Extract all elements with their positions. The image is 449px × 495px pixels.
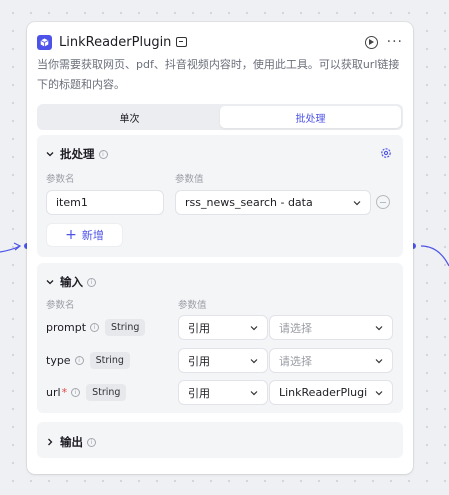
mode-value: 引用	[188, 321, 210, 335]
value-placeholder: 请选择	[279, 354, 312, 368]
output-section-header[interactable]: 输出 i	[46, 434, 96, 450]
add-batch-row-button[interactable]: + 新增	[46, 223, 123, 247]
node-title: LinkReaderPlugin	[59, 34, 172, 50]
param-name: url	[46, 386, 61, 399]
prompt-mode-select[interactable]: 引用	[178, 315, 268, 340]
url-value-select[interactable]: LinkReaderPlugi	[269, 380, 393, 405]
gear-icon[interactable]	[380, 147, 392, 159]
tab-batch[interactable]: 批处理	[220, 106, 401, 128]
book-icon[interactable]	[176, 37, 188, 47]
chevron-down-icon	[353, 200, 361, 205]
input-section-title: 输入	[60, 275, 83, 289]
mode-value: 引用	[188, 386, 210, 400]
chevron-down-icon	[250, 358, 258, 363]
node-description: 当你需要获取网页、pdf、抖音视频内容时，使用此工具。可以获取url链接下的标题…	[37, 58, 400, 91]
info-icon: i	[74, 356, 84, 365]
left-connector	[0, 242, 30, 253]
batch-section: 批处理 i 参数名 参数值 item1 rss_news_search - da…	[37, 135, 403, 257]
param-row-prompt: prompt i String	[46, 319, 146, 336]
info-icon: i	[98, 149, 108, 159]
input-col-name-label: 参数名	[46, 300, 75, 311]
param-name: type	[46, 354, 71, 367]
batch-param-value-select[interactable]: rss_news_search - data	[175, 190, 371, 215]
type-badge: String	[86, 384, 127, 401]
batch-section-title: 批处理	[60, 147, 95, 161]
info-icon: i	[71, 388, 81, 397]
output-section-title: 输出	[60, 435, 83, 449]
param-row-url: url * i String	[46, 384, 127, 401]
output-section: 输出 i	[37, 422, 403, 458]
chevron-down-icon	[375, 325, 383, 330]
right-connector	[410, 243, 449, 267]
chevron-down-icon	[375, 358, 383, 363]
batch-section-header[interactable]: 批处理 i	[46, 146, 108, 162]
input-section-header[interactable]: 输入 i	[46, 274, 96, 290]
chevron-down-icon	[46, 280, 54, 285]
chevron-down-icon	[250, 325, 258, 330]
plus-icon: +	[65, 227, 77, 243]
prompt-value-select[interactable]: 请选择	[269, 315, 393, 340]
chevron-down-icon	[375, 390, 383, 395]
chevron-right-icon	[48, 438, 53, 446]
param-row-type: type i String	[46, 352, 130, 369]
input-col-value-label: 参数值	[178, 300, 207, 311]
batch-col-name-label: 参数名	[46, 174, 75, 185]
value-placeholder: 请选择	[279, 321, 312, 335]
play-circle-icon[interactable]	[364, 35, 378, 49]
batch-col-value-label: 参数值	[175, 174, 204, 185]
type-badge: String	[89, 352, 130, 369]
info-icon: i	[87, 277, 96, 287]
input-section: 输入 i 参数名 参数值 prompt i String 引用 请选择 type…	[37, 263, 403, 413]
node-header: LinkReaderPlugin ···	[37, 31, 403, 53]
plugin-node-card[interactable]: LinkReaderPlugin ··· 当你需要获取网页、pdf、抖音视频内容…	[27, 22, 413, 474]
required-marker: *	[61, 386, 68, 399]
param-name: prompt	[46, 321, 87, 334]
mode-tabs: 单次 批处理	[37, 104, 403, 130]
chevron-down-icon	[250, 390, 258, 395]
type-value-select[interactable]: 请选择	[269, 348, 393, 373]
type-mode-select[interactable]: 引用	[178, 348, 268, 373]
plugin-logo-icon	[37, 34, 52, 50]
remove-row-icon[interactable]	[376, 195, 390, 209]
type-badge: String	[105, 319, 146, 336]
info-icon: i	[87, 437, 96, 447]
chevron-down-icon	[46, 152, 54, 157]
url-value: LinkReaderPlugi	[279, 386, 368, 399]
mode-value: 引用	[188, 354, 210, 368]
url-mode-select[interactable]: 引用	[178, 380, 268, 405]
add-button-label: 新增	[81, 229, 104, 242]
more-icon[interactable]: ···	[387, 35, 403, 49]
info-icon: i	[90, 323, 100, 332]
batch-param-value: rss_news_search - data	[185, 196, 313, 209]
batch-param-name-input[interactable]: item1	[46, 190, 164, 215]
tab-single[interactable]: 单次	[39, 106, 220, 128]
